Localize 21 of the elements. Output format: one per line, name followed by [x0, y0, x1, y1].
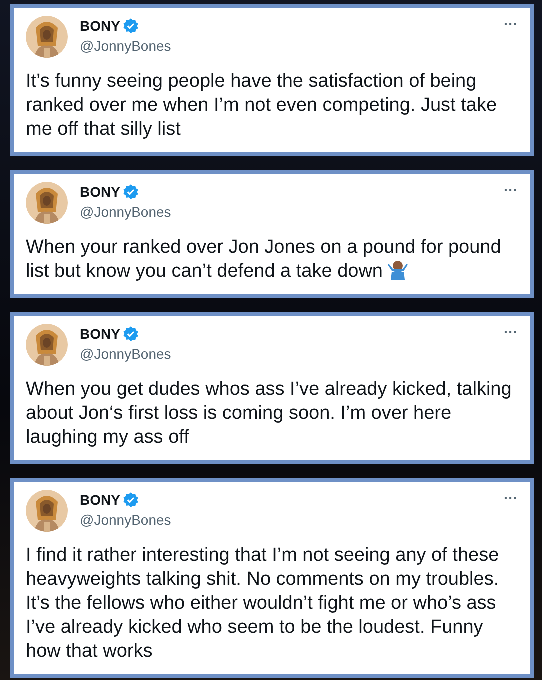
- display-name: BONY: [80, 18, 120, 34]
- more-options-button[interactable]: ···: [504, 324, 518, 340]
- display-name: BONY: [80, 326, 120, 342]
- more-options-button[interactable]: ···: [504, 490, 518, 506]
- more-options-button[interactable]: ···: [504, 182, 518, 198]
- verified-badge-icon: [123, 184, 140, 200]
- username: @JonnyBones: [80, 346, 172, 362]
- username: @JonnyBones: [80, 204, 172, 220]
- shrugging-person-icon: [387, 260, 410, 280]
- verified-badge-icon: [123, 326, 140, 342]
- verified-badge-icon: [123, 492, 140, 508]
- tweet-text: I find it rather interesting that I’m not seeing any of these heavyweights talking shit. No comments on my troubles. It’s the fellows who either wouldn’t fight me or who’s ass I’ve already kicked who seem to be the loudest. Funny how that works: [26, 544, 500, 664]
- more-options-button[interactable]: ···: [504, 16, 518, 32]
- tweet-text: It’s funny seeing people have the satisfaction of being ranked over me when I’m not even competing. Just take me off that silly list: [26, 70, 498, 142]
- verified-badge-icon: [123, 18, 140, 34]
- display-name: BONY: [80, 184, 120, 200]
- username: @JonnyBones: [80, 512, 172, 528]
- tweet-text: When you get dudes whos ass I’ve already kicked, talking about Jon‘s first loss is coming soon. I’m over here laughing my ass off: [26, 378, 513, 450]
- tweet-text: When your ranked over Jon Jones on a pound for pound list but know you can’t defend a take down: [26, 236, 502, 284]
- username: @JonnyBones: [80, 38, 172, 54]
- display-name: BONY: [80, 492, 120, 508]
